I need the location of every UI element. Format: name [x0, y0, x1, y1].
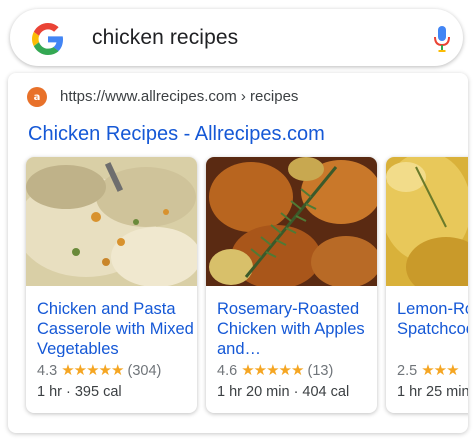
- search-result-card: a https://www.allrecipes.com › recipes C…: [8, 73, 468, 433]
- recipe-rating: 4.6 ★★★★★ (13): [217, 361, 333, 379]
- rating-value: 2.5: [397, 363, 418, 379]
- review-count: (304): [127, 363, 162, 379]
- review-count: (13): [307, 363, 334, 379]
- recipe-meta: 1 hr · 395 cal: [37, 384, 122, 400]
- rating-value: 4.6: [217, 363, 238, 379]
- recipe-rating: 4.3 ★★★★★ (304): [37, 361, 161, 379]
- star-rating-icon: ★★★★★: [241, 362, 304, 379]
- recipe-card[interactable]: Rosemary-Roasted Chicken with Apples and…: [206, 157, 377, 413]
- star-rating-icon: ★★★★★: [61, 362, 124, 379]
- recipe-meta: 1 hr 20 min · 404 cal: [217, 384, 350, 400]
- search-query-text[interactable]: chicken recipes: [92, 26, 238, 50]
- microphone-icon[interactable]: [432, 24, 452, 54]
- star-rating-icon: ★★★: [421, 362, 459, 379]
- recipe-name[interactable]: Rosemary-Roasted Chicken with Apples and…: [217, 299, 377, 357]
- google-logo-icon[interactable]: [32, 23, 64, 55]
- rating-value: 4.3: [37, 363, 58, 379]
- allrecipes-favicon-icon: a: [27, 87, 47, 107]
- recipe-name[interactable]: Lemon-Rosemary Spatchcock Chicken: [397, 299, 468, 357]
- recipe-carousel[interactable]: Chicken and Pasta Casserole with Mixed V…: [26, 157, 468, 419]
- search-bar[interactable]: chicken recipes: [10, 9, 463, 66]
- recipe-meta: 1 hr 25 min: [397, 384, 468, 400]
- recipe-name[interactable]: Chicken and Pasta Casserole with Mixed V…: [37, 299, 197, 357]
- result-url[interactable]: https://www.allrecipes.com › recipes: [60, 88, 298, 105]
- recipe-photo-casserole[interactable]: [26, 157, 197, 286]
- recipe-photo-roasted-chicken[interactable]: [206, 157, 377, 286]
- recipe-card[interactable]: Chicken and Pasta Casserole with Mixed V…: [26, 157, 197, 413]
- recipe-photo-lemon-chicken[interactable]: [386, 157, 468, 286]
- recipe-card[interactable]: Lemon-Rosemary Spatchcock Chicken 2.5 ★★…: [386, 157, 468, 413]
- result-title-link[interactable]: Chicken Recipes - Allrecipes.com: [28, 123, 325, 146]
- recipe-rating: 2.5 ★★★: [397, 361, 460, 379]
